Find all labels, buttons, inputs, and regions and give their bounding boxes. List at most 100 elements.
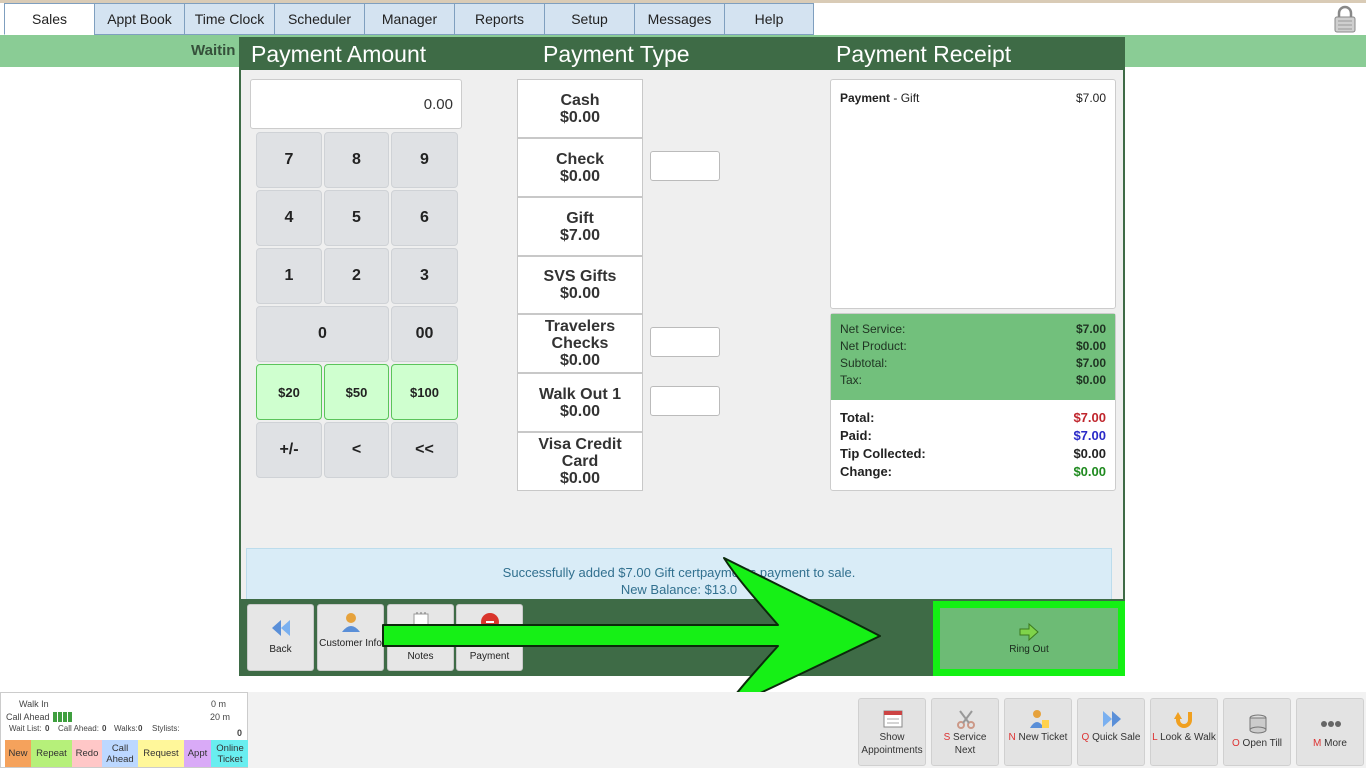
payment-button[interactable]: Payment bbox=[456, 604, 523, 671]
key-20-dollars[interactable]: $20 bbox=[256, 364, 322, 420]
stylists-count: 0 bbox=[237, 728, 243, 738]
payment-type-walk-out-1[interactable]: Walk Out 1 $0.00 bbox=[517, 373, 643, 432]
key-5[interactable]: 5 bbox=[324, 190, 389, 246]
arrow-right-icon bbox=[1019, 622, 1039, 642]
payment-type-gift[interactable]: Gift $7.00 bbox=[517, 197, 643, 256]
customer-info-button[interactable]: Customer Info bbox=[317, 604, 384, 671]
tab-scheduler[interactable]: Scheduler bbox=[274, 3, 364, 35]
net-service-value: $7.00 bbox=[1075, 322, 1106, 336]
walks-count: 0 bbox=[138, 724, 143, 733]
more-key: M bbox=[1313, 738, 1322, 749]
check-number-input[interactable] bbox=[650, 151, 720, 181]
back-button[interactable]: Back bbox=[247, 604, 314, 671]
call-ahead-bars bbox=[53, 712, 73, 724]
key-clear[interactable]: << bbox=[391, 422, 458, 478]
new-ticket-text: New Ticket bbox=[1018, 732, 1068, 743]
key-plus-minus[interactable]: +/- bbox=[256, 422, 322, 478]
change-value: $0.00 bbox=[1073, 464, 1106, 479]
payment-modal: Payment Amount Payment Type Payment Rece… bbox=[239, 37, 1125, 676]
total-label: Total: bbox=[840, 410, 875, 425]
receipt-totals: Net Service: $7.00 Net Product: $0.00 Subt… bbox=[830, 313, 1116, 491]
tab-manager[interactable]: Manager bbox=[364, 3, 454, 35]
quick-sale-label: Q Quick Sale bbox=[1078, 731, 1144, 744]
open-till-text: Open Till bbox=[1242, 738, 1283, 749]
tab-time-clock[interactable]: Time Clock bbox=[184, 3, 274, 35]
customer-info-label: Customer Info bbox=[319, 638, 382, 649]
key-6[interactable]: 6 bbox=[391, 190, 458, 246]
tab-setup[interactable]: Setup bbox=[544, 3, 634, 35]
key-50-dollars[interactable]: $50 bbox=[324, 364, 389, 420]
net-product-value: $0.00 bbox=[1075, 339, 1106, 353]
open-till-key: O bbox=[1231, 738, 1240, 749]
walks-label: Walks: bbox=[114, 724, 138, 733]
payment-type-check[interactable]: Check $0.00 bbox=[517, 138, 643, 197]
quick-sale-button[interactable]: Q Quick Sale bbox=[1077, 698, 1145, 766]
payment-type-amount: $0.00 bbox=[559, 470, 601, 487]
payment-type-travelers-checks[interactable]: Travelers Checks $0.00 bbox=[517, 314, 643, 373]
payment-type-amount: $0.00 bbox=[559, 285, 601, 302]
service-next-button[interactable]: S Service Next bbox=[931, 698, 999, 766]
service-next-key: S bbox=[943, 732, 951, 743]
lock-icon[interactable] bbox=[1333, 5, 1357, 33]
payment-amount-heading: Payment Amount bbox=[251, 41, 427, 67]
tab-appt-book[interactable]: Appt Book bbox=[94, 3, 184, 35]
show-appointments-button[interactable]: Show Appointments bbox=[858, 698, 926, 766]
key-00[interactable]: 00 bbox=[391, 306, 458, 362]
payment-type-name: SVS Gifts bbox=[543, 268, 617, 285]
key-0[interactable]: 0 bbox=[256, 306, 389, 362]
change-label: Change: bbox=[840, 464, 892, 479]
key-100-dollars[interactable]: $100 bbox=[391, 364, 458, 420]
payment-amount-input[interactable]: 0.00 bbox=[250, 79, 462, 129]
rewind-icon bbox=[272, 620, 290, 636]
look-and-walk-label: L Look & Walk bbox=[1151, 731, 1217, 744]
travelers-checks-input[interactable] bbox=[650, 327, 720, 357]
key-3[interactable]: 3 bbox=[391, 248, 458, 304]
tip-label: Tip Collected: bbox=[840, 446, 926, 461]
more-label: M More bbox=[1297, 737, 1363, 750]
tax-value: $0.00 bbox=[1075, 373, 1106, 387]
open-till-button[interactable]: O Open Till bbox=[1223, 698, 1291, 766]
tip-value: $0.00 bbox=[1073, 446, 1106, 461]
legend-request: Request bbox=[138, 740, 184, 767]
key-7[interactable]: 7 bbox=[256, 132, 322, 188]
payment-type-name: Walk Out 1 bbox=[538, 385, 622, 403]
payment-type-heading: Payment Type bbox=[543, 41, 690, 67]
payment-type-cash[interactable]: Cash $0.00 bbox=[517, 79, 643, 138]
key-4[interactable]: 4 bbox=[256, 190, 322, 246]
tab-reports[interactable]: Reports bbox=[454, 3, 544, 35]
new-ticket-icon bbox=[1030, 710, 1049, 728]
status-message-line1: Successfully added $7.00 Gift certpaymen… bbox=[502, 565, 856, 580]
show-appointments-label: Show Appointments bbox=[861, 732, 923, 756]
key-backspace[interactable]: < bbox=[324, 422, 389, 478]
notes-button[interactable]: Notes bbox=[387, 604, 454, 671]
receipt-line-type: - Gift bbox=[893, 91, 920, 105]
stylists-label: Stylists: bbox=[152, 724, 180, 733]
receipt-subtotals: Net Service: $7.00 Net Product: $0.00 Subt… bbox=[831, 314, 1115, 400]
payment-type-name: Visa Credit Card bbox=[538, 436, 622, 470]
call-ahead-label: Call Ahead bbox=[6, 712, 50, 722]
look-and-walk-button[interactable]: L Look & Walk bbox=[1150, 698, 1218, 766]
tab-messages[interactable]: Messages bbox=[634, 3, 724, 35]
payment-label: Payment bbox=[469, 651, 510, 662]
walk-out-input[interactable] bbox=[650, 386, 720, 416]
legend-new: New bbox=[5, 740, 31, 767]
payment-type-visa-credit-card[interactable]: Visa Credit Card $0.00 bbox=[517, 432, 643, 491]
call-ahead-time: 20 m bbox=[210, 712, 231, 722]
key-9[interactable]: 9 bbox=[391, 132, 458, 188]
status-message-line2: New Balance: $13.0 bbox=[620, 582, 738, 597]
ring-out-button[interactable]: Ring Out bbox=[933, 601, 1125, 676]
receipt-line-amount: $7.00 bbox=[1075, 91, 1106, 105]
more-button[interactable]: M More bbox=[1296, 698, 1364, 766]
key-2[interactable]: 2 bbox=[324, 248, 389, 304]
key-8[interactable]: 8 bbox=[324, 132, 389, 188]
payment-type-amount: $0.00 bbox=[559, 402, 601, 420]
legend-call-ahead: Call Ahead bbox=[102, 740, 138, 767]
payment-icon bbox=[481, 613, 499, 631]
payment-type-svs-gifts[interactable]: SVS Gifts $0.00 bbox=[517, 256, 643, 314]
tab-sales[interactable]: Sales bbox=[4, 3, 94, 35]
tab-help[interactable]: Help bbox=[724, 3, 814, 35]
notepad-icon bbox=[413, 612, 429, 632]
key-1[interactable]: 1 bbox=[256, 248, 322, 304]
new-ticket-button[interactable]: N New Ticket bbox=[1004, 698, 1072, 766]
payment-receipt: Payment - Gift $7.00 bbox=[830, 79, 1116, 309]
